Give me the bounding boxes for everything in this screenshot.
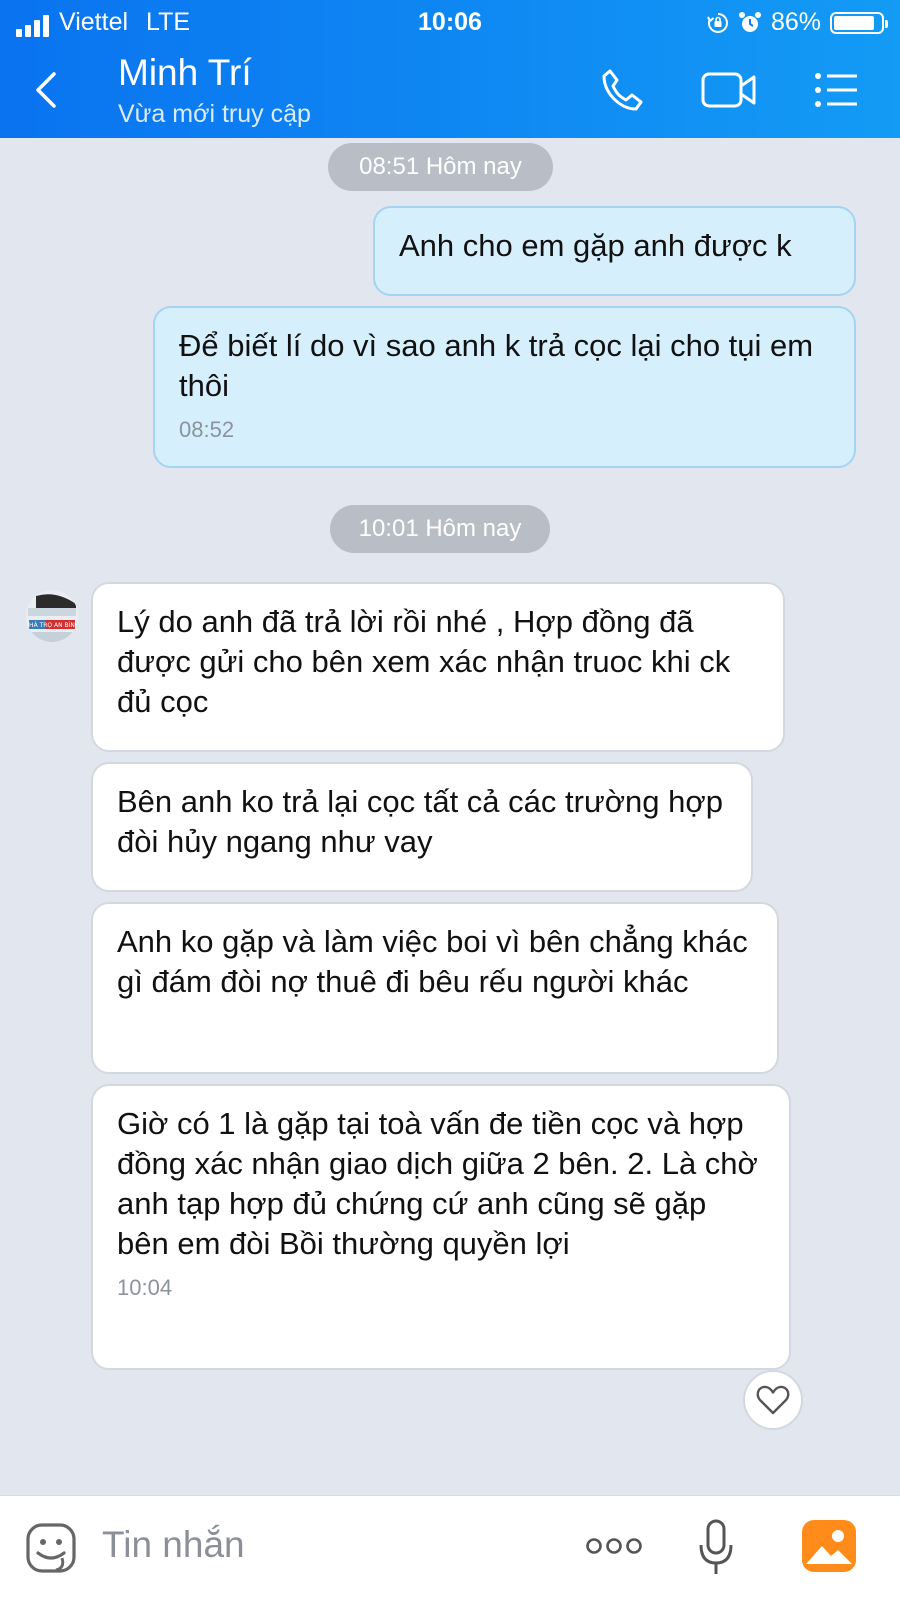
message-incoming[interactable]: Bên anh ko trả lại cọc tất cả các trường…	[91, 762, 753, 892]
more-icon[interactable]	[585, 1534, 643, 1558]
top-bar: Viettel LTE 10:06 86% Minh Trí Vừa mới t…	[0, 0, 900, 138]
chat-area[interactable]: 08:51 Hôm nay Anh cho em gặp anh được k …	[0, 138, 900, 1495]
avatar-image: NHÀ TRỌ AN BÌNH	[26, 590, 78, 642]
alarm-icon	[738, 11, 761, 32]
message-text: Lý do anh đã trả lời rồi nhé , Hợp đồng …	[117, 604, 731, 719]
rotation-lock-icon	[707, 12, 728, 33]
sticker-icon[interactable]	[25, 1522, 77, 1574]
time-divider: 10:01 Hôm nay	[330, 505, 550, 553]
status-bar: Viettel LTE 10:06 86%	[0, 0, 900, 46]
message-incoming[interactable]: Lý do anh đã trả lời rồi nhé , Hợp đồng …	[91, 582, 785, 752]
microphone-icon[interactable]	[696, 1518, 736, 1578]
message-text: Bên anh ko trả lại cọc tất cả các trường…	[117, 784, 723, 859]
message-incoming[interactable]: Anh ko gặp và làm việc boi vì bên chẳng …	[91, 902, 779, 1074]
status-right: 86%	[707, 8, 888, 37]
message-time: 10:04	[117, 1275, 173, 1300]
message-time: 08:52	[179, 417, 235, 442]
message-outgoing[interactable]: Anh cho em gặp anh được k	[373, 206, 856, 296]
menu-icon[interactable]	[812, 66, 860, 114]
back-icon[interactable]	[28, 70, 68, 110]
image-icon[interactable]	[800, 1518, 858, 1574]
contact-status: Vừa mới truy cập	[118, 100, 311, 128]
composer-bar	[0, 1495, 900, 1601]
message-text: Anh ko gặp và làm việc boi vì bên chẳng …	[117, 924, 748, 999]
message-text: Giờ có 1 là gặp tại toà vấn đe tiền cọc …	[117, 1106, 758, 1261]
heart-icon	[756, 1385, 790, 1415]
message-outgoing[interactable]: Để biết lí do vì sao anh k trả cọc lại c…	[153, 306, 856, 468]
message-text: Để biết lí do vì sao anh k trả cọc lại c…	[179, 328, 814, 403]
contact-name[interactable]: Minh Trí	[118, 52, 252, 94]
battery-icon	[830, 11, 888, 34]
phone-icon[interactable]	[598, 66, 646, 114]
message-incoming[interactable]: Giờ có 1 là gặp tại toà vấn đe tiền cọc …	[91, 1084, 791, 1370]
time-divider: 08:51 Hôm nay	[328, 143, 553, 191]
avatar[interactable]: NHÀ TRỌ AN BÌNH	[26, 590, 78, 642]
like-button[interactable]	[743, 1370, 803, 1430]
message-text: Anh cho em gặp anh được k	[399, 228, 792, 263]
message-input[interactable]	[102, 1524, 522, 1566]
battery-percent: 86%	[770, 8, 821, 36]
avatar-logo-text: NHÀ TRỌ AN BÌNH	[26, 622, 78, 629]
video-call-icon[interactable]	[700, 66, 758, 114]
